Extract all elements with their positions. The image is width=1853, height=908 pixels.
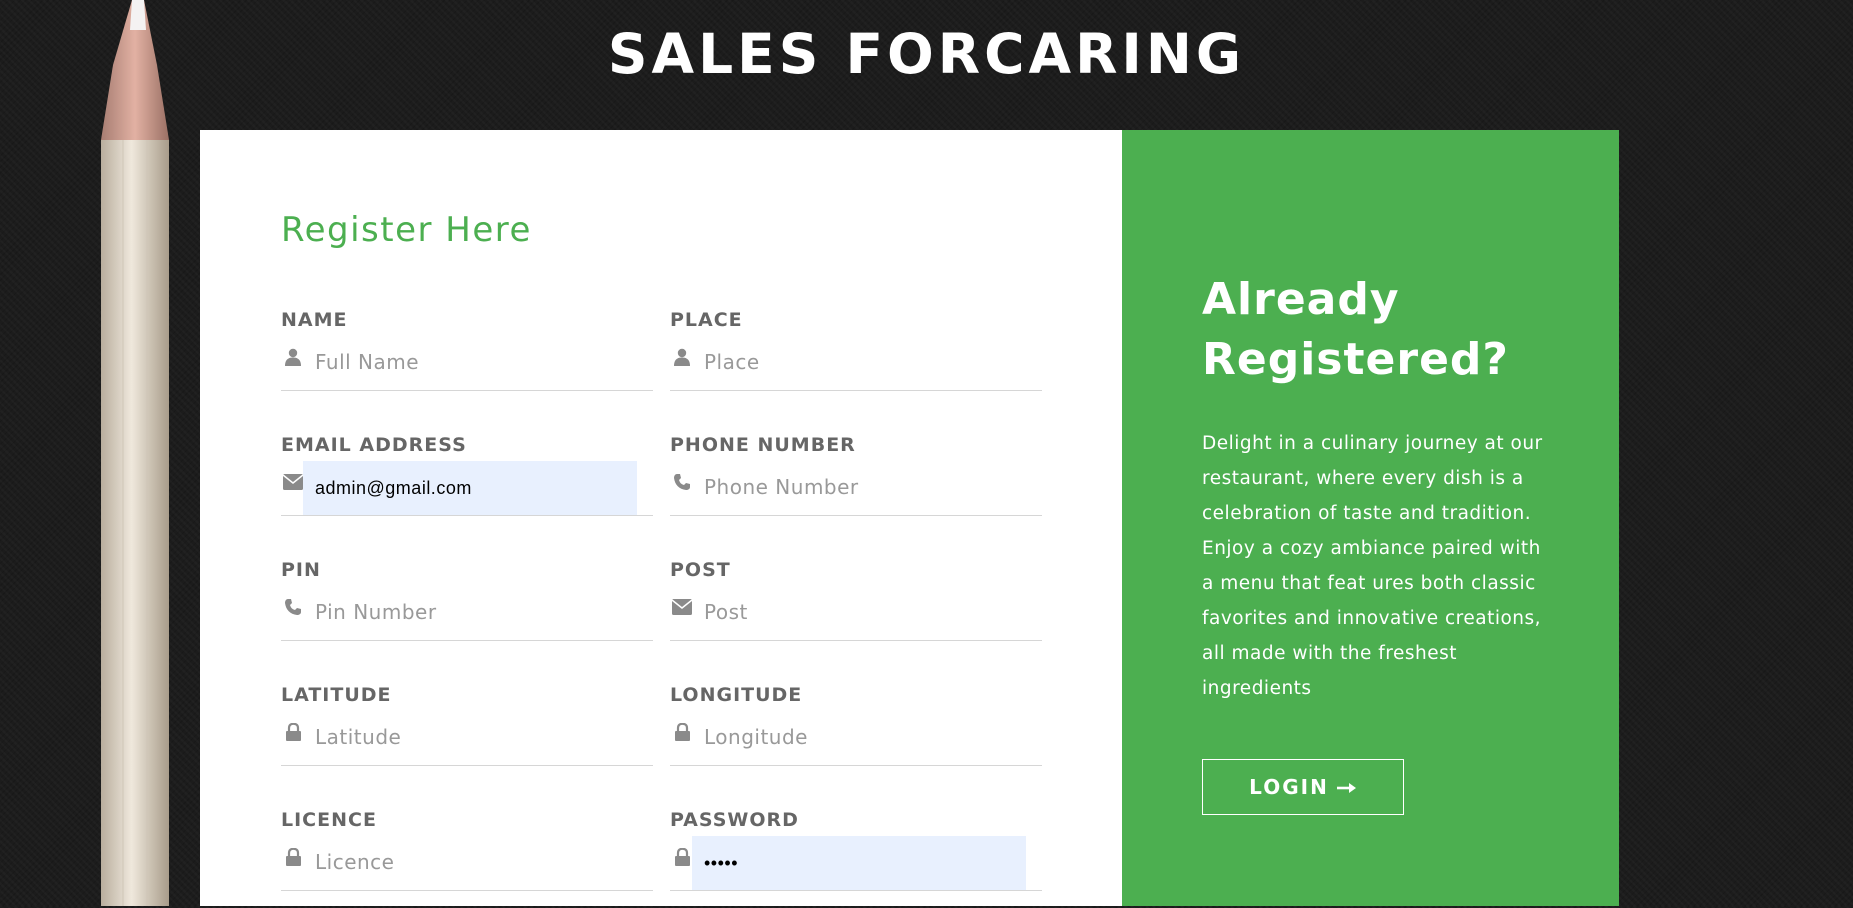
lock-icon [283,721,303,743]
post-input[interactable] [692,586,1026,638]
envelope-icon [283,471,303,493]
licence-control [281,836,653,891]
pin-field-group: PIN [281,558,653,658]
lock-icon [672,721,692,743]
phone-label: PHONE NUMBER [670,434,856,456]
place-input[interactable] [692,336,1026,388]
post-control [670,586,1042,641]
email-field-group: EMAIL ADDRESS [281,433,653,533]
envelope-icon [672,596,692,618]
longitude-control [670,711,1042,766]
name-input[interactable] [303,336,637,388]
phone-control [670,461,1042,516]
name-control [281,336,653,391]
phone-input[interactable] [692,461,1026,513]
longitude-input[interactable] [692,711,1026,763]
licence-input[interactable] [303,836,637,888]
longitude-field-group: LONGITUDE [670,683,1042,783]
latitude-control [281,711,653,766]
phone-field-group: PHONE NUMBER [670,433,1042,533]
phone-icon [672,471,692,493]
login-button[interactable]: LOGIN [1202,759,1404,815]
form-heading: Register Here [281,210,532,250]
name-label: NAME [281,309,348,331]
user-icon [283,346,303,368]
login-label: LOGIN [1249,775,1329,799]
password-input[interactable] [692,836,1026,890]
password-control [670,836,1042,891]
password-field-group: PASSWORD [670,808,1042,908]
email-input[interactable] [303,461,637,515]
name-field-group: NAME [281,308,653,408]
email-label: EMAIL ADDRESS [281,434,467,456]
licence-label: LICENCE [281,809,377,831]
already-registered-panel: Already Registered? Delight in a culinar… [1122,130,1619,906]
side-title: Already Registered? [1202,274,1509,385]
site-title: SALES FORCARING [607,22,1246,86]
place-label: PLACE [670,309,743,331]
pencil-image [101,0,169,906]
pin-label: PIN [281,559,321,581]
latitude-input[interactable] [303,711,637,763]
lock-icon [283,846,303,868]
latitude-field-group: LATITUDE [281,683,653,783]
post-label: POST [670,559,731,581]
side-description: Delight in a culinary journey at our res… [1202,433,1543,699]
email-control [281,461,653,516]
longitude-label: LONGITUDE [670,684,803,706]
pin-control [281,586,653,641]
licence-field-group: LICENCE [281,808,653,908]
arrow-right-icon [1336,775,1357,799]
password-label: PASSWORD [670,809,799,831]
register-form: Register Here NAME PLACE EMAIL ADDR [200,130,1122,906]
latitude-label: LATITUDE [281,684,392,706]
place-control [670,336,1042,391]
user-icon [672,346,692,368]
place-field-group: PLACE [670,308,1042,408]
phone-icon [283,596,303,618]
pin-input[interactable] [303,586,637,638]
lock-icon [672,846,692,868]
register-card: Register Here NAME PLACE EMAIL ADDR [200,130,1619,906]
post-field-group: POST [670,558,1042,658]
